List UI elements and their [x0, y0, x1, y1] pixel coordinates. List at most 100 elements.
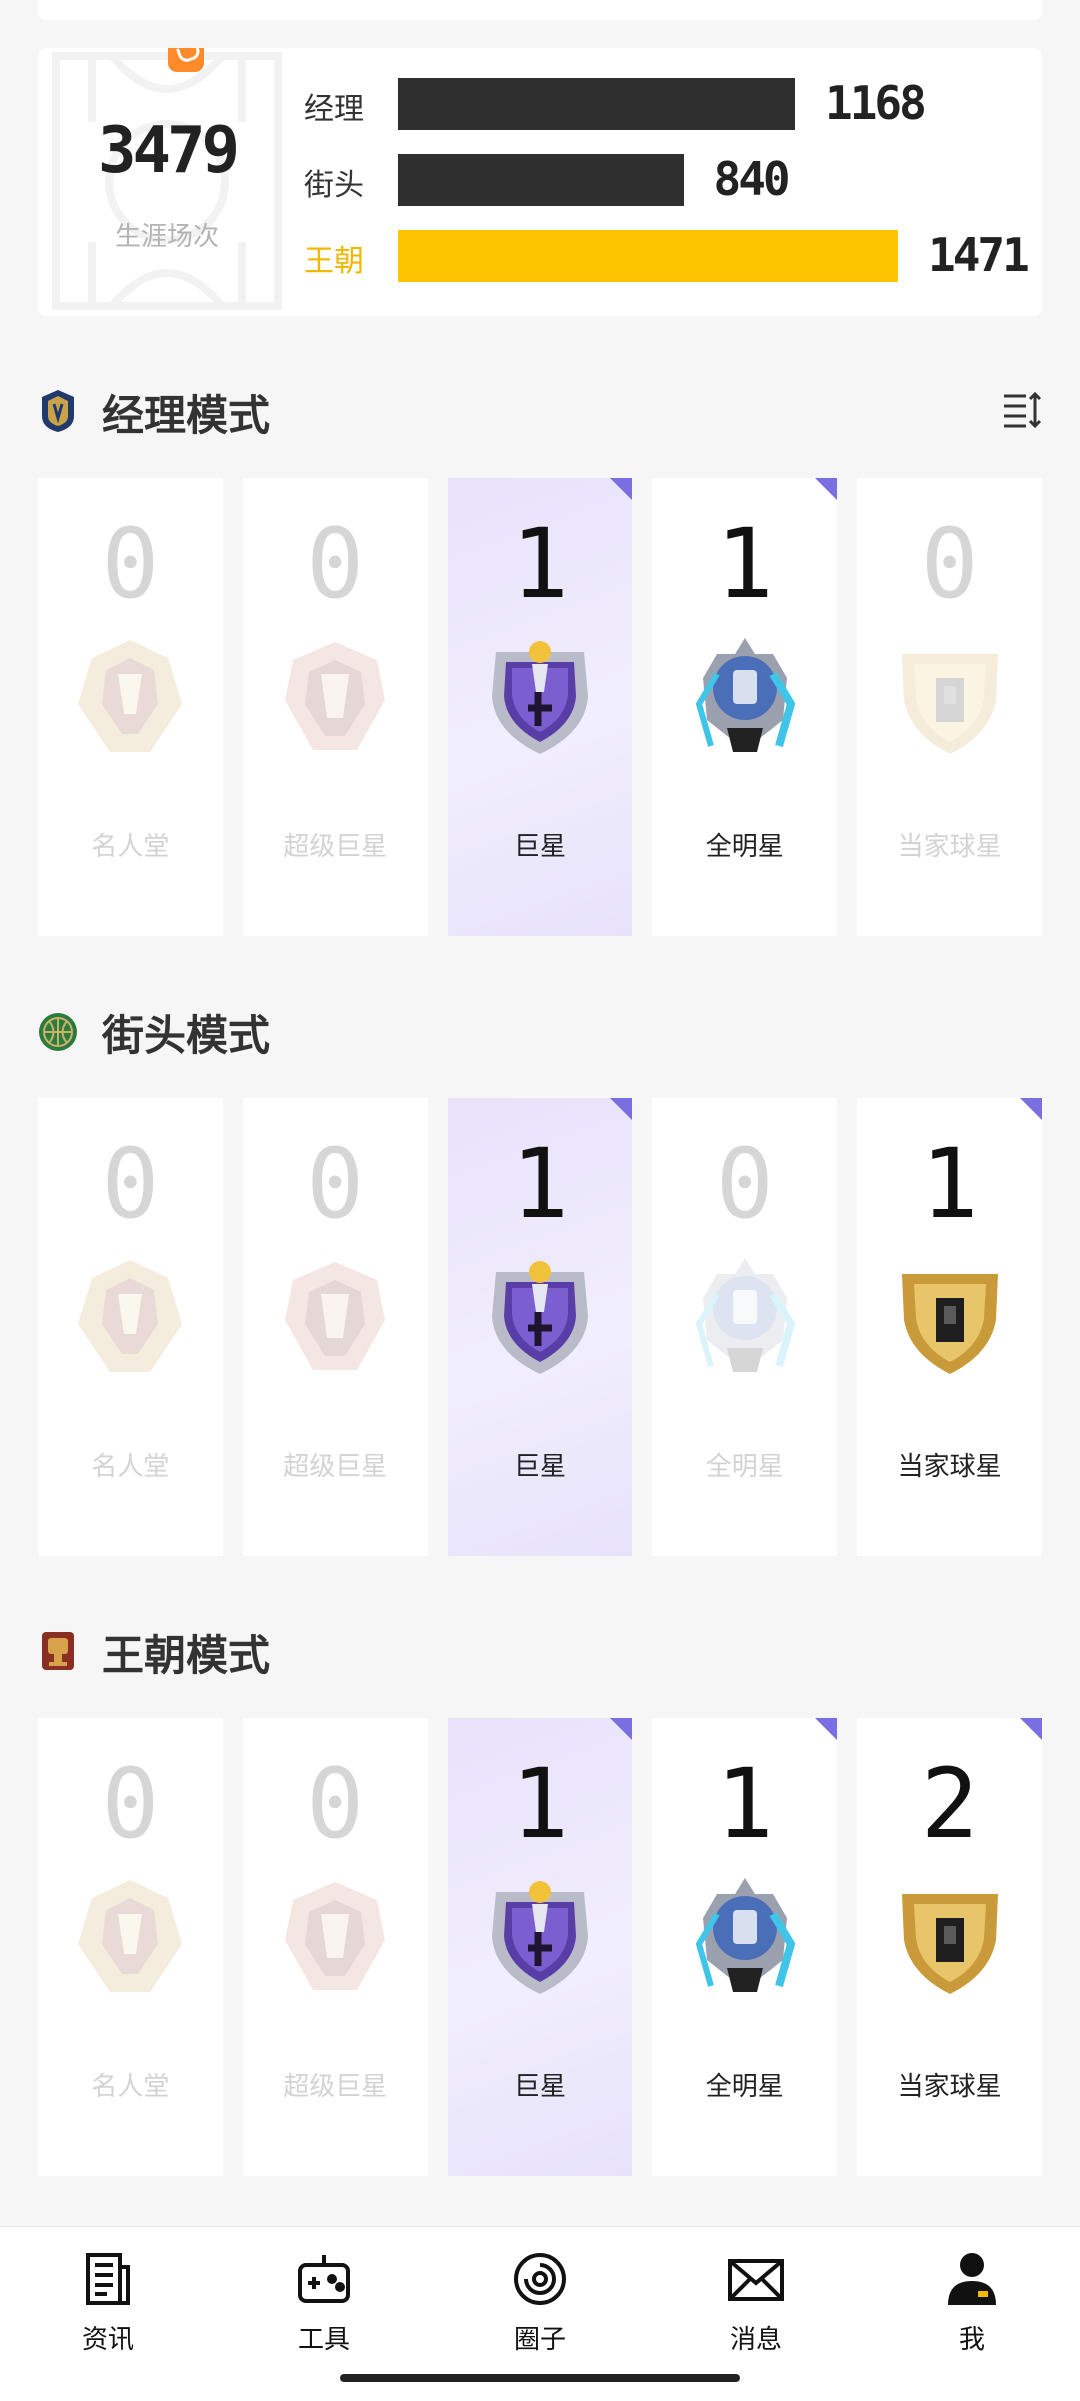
nav-label: 圈子 — [513, 2325, 566, 2355]
badge-name: 当家球星 — [897, 832, 1002, 862]
nav-label: 资讯 — [81, 2325, 134, 2355]
badge-count: 0 — [101, 1748, 160, 1860]
badge-count: 0 — [715, 1128, 774, 1240]
badge-cards-dynasty: 0 名人堂 0 超级巨星 1 巨星 1 全明星 2 当家球星 — [38, 1718, 1042, 2176]
franchise-star-badge-icon — [892, 1874, 1008, 1998]
home-indicator[interactable] — [340, 2374, 740, 2382]
badge-card[interactable]: 0 当家球星 — [857, 478, 1042, 936]
stat-row-value: 1471 — [928, 228, 1030, 282]
badge-name: 全明星 — [705, 2072, 784, 2102]
badge-name: 超级巨星 — [283, 1452, 388, 1482]
star-badge-icon — [482, 1874, 598, 1998]
news-icon — [86, 2253, 130, 2305]
stat-row-value: 1168 — [825, 76, 927, 130]
badge-count: 1 — [511, 508, 569, 620]
stat-row-value: 840 — [713, 152, 791, 206]
badge-count: 0 — [306, 1128, 365, 1240]
stat-row-label: 经理 — [304, 92, 364, 127]
stat-row-street: 街头 840 — [38, 150, 1042, 210]
profile-icon — [948, 2253, 996, 2305]
badge-card[interactable]: 0 名人堂 — [38, 1718, 223, 2176]
earned-corner-marker — [1019, 1718, 1042, 1740]
badge-count: 1 — [511, 1128, 569, 1240]
badge-card[interactable]: 1 当家球星 — [857, 1098, 1042, 1556]
dynasty-mode-trophy-icon — [42, 1632, 74, 1670]
nav-label: 消息 — [729, 2325, 782, 2355]
badge-card[interactable]: 1 全明星 — [652, 478, 838, 936]
hall-of-fame-badge-icon — [72, 1254, 188, 1378]
badge-name: 名人堂 — [91, 1452, 170, 1482]
badge-count: 0 — [920, 508, 979, 620]
all-star-badge-icon — [687, 1254, 803, 1378]
badge-name: 当家球星 — [897, 2072, 1002, 2102]
stat-bar-fill — [398, 154, 684, 206]
stat-bar-fill — [398, 230, 898, 282]
badge-count: 1 — [920, 1128, 979, 1240]
badge-card[interactable]: 0 名人堂 — [38, 1098, 223, 1556]
franchise-star-badge-icon — [892, 634, 1008, 758]
earned-corner-marker — [815, 478, 838, 500]
badge-count: 0 — [306, 1748, 365, 1860]
section-title: 经理模式 — [102, 391, 271, 440]
stat-bar-track — [398, 154, 898, 206]
badge-name: 巨星 — [513, 2072, 566, 2102]
earned-corner-marker — [610, 1718, 633, 1740]
badge-count: 1 — [715, 1748, 774, 1860]
section-header-manager: 经理模式 — [38, 374, 1042, 444]
section-title: 王朝模式 — [102, 1631, 271, 1680]
nav-item-tools[interactable]: 工具 — [264, 2241, 384, 2361]
badge-card[interactable]: 0 超级巨星 — [242, 1718, 428, 2176]
badge-name: 全明星 — [705, 1452, 784, 1482]
stat-bar-track — [398, 78, 898, 130]
badge-card[interactable]: 0 超级巨星 — [242, 478, 428, 936]
circle-community-icon — [514, 2253, 566, 2305]
badge-count: 0 — [101, 1128, 160, 1240]
earned-corner-marker — [1019, 1098, 1042, 1120]
badge-cards-manager: 0 名人堂 0 超级巨星 1 巨星 1 全明星 0 当家球星 — [38, 478, 1042, 936]
street-mode-basketball-icon — [39, 1013, 77, 1051]
badge-name: 超级巨星 — [283, 832, 388, 862]
section-header-dynasty: 王朝模式 — [38, 1614, 1042, 1684]
stat-row-label: 王朝 — [304, 244, 364, 279]
badge-count: 2 — [920, 1748, 979, 1860]
hall-of-fame-badge-icon — [72, 1874, 188, 1998]
badge-count: 0 — [101, 508, 160, 620]
nav-item-messages[interactable]: 消息 — [696, 2241, 816, 2361]
badge-name: 巨星 — [513, 1452, 566, 1482]
badge-card[interactable]: 1 全明星 — [652, 1718, 838, 2176]
all-star-badge-icon — [687, 1874, 803, 1998]
app-logo-icon — [168, 48, 204, 72]
badge-card[interactable]: 0 全明星 — [652, 1098, 838, 1556]
star-badge-icon — [482, 1254, 598, 1378]
section-header-street: 街头模式 — [38, 994, 1042, 1064]
manager-mode-shield-icon — [42, 390, 74, 432]
star-badge-icon — [482, 634, 598, 758]
badge-cards-street: 0 名人堂 0 超级巨星 1 巨星 0 全明星 1 当家球星 — [38, 1098, 1042, 1556]
all-star-badge-icon — [687, 634, 803, 758]
superstar-badge-icon — [277, 634, 393, 758]
earned-corner-marker — [610, 1098, 633, 1120]
stat-row-label: 街头 — [304, 168, 364, 203]
badge-name: 全明星 — [705, 832, 784, 862]
nav-item-me[interactable]: 我 — [912, 2241, 1032, 2361]
nav-item-circle[interactable]: 圈子 — [480, 2241, 600, 2361]
nav-label: 工具 — [297, 2325, 350, 2355]
badge-card[interactable]: 1 巨星 — [447, 1098, 633, 1556]
superstar-badge-icon — [277, 1874, 393, 1998]
superstar-badge-icon — [277, 1254, 393, 1378]
stat-bar-fill — [398, 78, 795, 130]
badge-card[interactable]: 0 超级巨星 — [242, 1098, 428, 1556]
sort-icon[interactable] — [1002, 390, 1042, 430]
badge-name: 巨星 — [513, 832, 566, 862]
nav-item-news[interactable]: 资讯 — [48, 2241, 168, 2361]
stat-row-dynasty: 王朝 1471 — [38, 226, 1042, 286]
gamepad-icon — [298, 2255, 350, 2303]
badge-count: 1 — [511, 1748, 569, 1860]
badge-name: 名人堂 — [91, 832, 170, 862]
franchise-star-badge-icon — [892, 1254, 1008, 1378]
badge-card[interactable]: 0 名人堂 — [38, 478, 223, 936]
badge-card[interactable]: 2 当家球星 — [857, 1718, 1042, 2176]
badge-card[interactable]: 1 巨星 — [447, 478, 633, 936]
earned-corner-marker — [815, 1718, 838, 1740]
badge-card[interactable]: 1 巨星 — [447, 1718, 633, 2176]
